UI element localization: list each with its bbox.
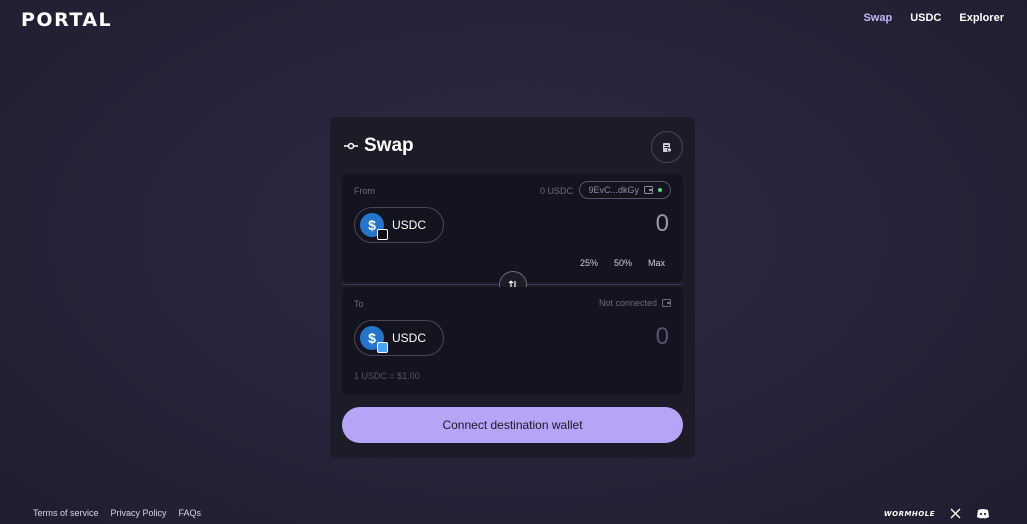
to-label: To [354,299,364,309]
preset-25-button[interactable]: 25% [580,258,598,268]
source-wallet-button[interactable]: 9EvC...dkGy [579,181,671,199]
swap-title-text: Swap [364,135,414,156]
connected-status-dot [658,188,662,192]
preset-50-button[interactable]: 50% [614,258,632,268]
from-panel: From 0 USDC 9EvC...dkGy $ USDC 0 25% 50%… [342,174,683,282]
nav-explorer[interactable]: Explorer [959,12,1004,24]
swap-card: Swap From 0 USDC 9EvC...dkGy $ USDC 0 25… [330,117,695,458]
to-amount-output: 0 [655,323,669,350]
from-amount-input[interactable]: 0 [656,210,669,238]
from-label: From [354,186,375,196]
exchange-rate: 1 USDC = $1.00 [354,371,420,381]
to-token-select[interactable]: $ USDC [354,320,444,356]
destination-wallet-text: Not connected [598,298,657,308]
solana-chain-icon [377,229,388,240]
route-icon [344,142,358,150]
wormhole-logo[interactable]: WORMHOLE [884,510,935,518]
amount-presets: 25% 50% Max [580,258,665,268]
x-twitter-icon[interactable] [950,508,961,519]
footer-social: WORMHOLE [884,508,990,519]
history-button[interactable] [651,131,683,163]
from-token-select[interactable]: $ USDC [354,207,444,243]
preset-max-button[interactable]: Max [648,258,665,268]
wallet-icon [644,186,653,194]
top-nav: Swap USDC Explorer [863,12,1004,24]
usdc-icon: $ [360,326,388,353]
portal-logo[interactable]: PORTAL [21,9,112,31]
to-token-name: USDC [392,331,427,345]
nav-usdc[interactable]: USDC [910,12,941,24]
discord-icon[interactable] [976,508,990,519]
footer-links: Terms of service Privacy Policy FAQs [33,508,201,518]
destination-chain-icon [377,342,388,353]
source-wallet-address: 9EvC...dkGy [588,185,639,195]
nav-swap[interactable]: Swap [863,12,892,24]
history-icon [663,142,672,152]
destination-wallet-status[interactable]: Not connected [599,298,671,308]
connect-destination-wallet-button[interactable]: Connect destination wallet [342,407,683,443]
to-panel: To Not connected $ USDC 0 1 USDC = $1.00 [342,287,683,395]
wallet-icon [662,299,671,307]
from-balance: 0 USDC [539,186,573,196]
terms-link[interactable]: Terms of service [33,508,99,518]
from-token-name: USDC [392,218,427,232]
swap-title: Swap [344,135,414,157]
usdc-icon: $ [360,213,388,240]
privacy-link[interactable]: Privacy Policy [111,508,167,518]
faqs-link[interactable]: FAQs [179,508,202,518]
